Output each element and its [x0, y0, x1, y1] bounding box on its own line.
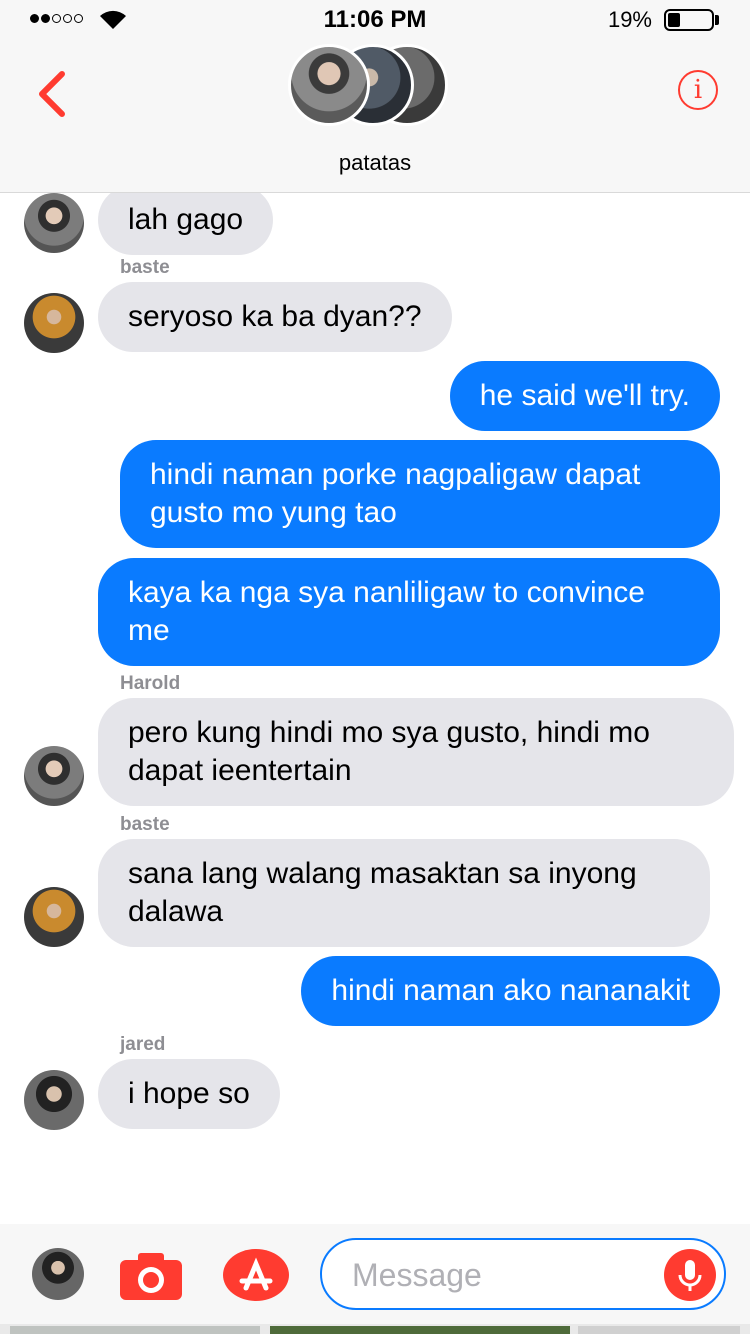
battery-icon	[664, 9, 714, 31]
sender-avatar[interactable]	[24, 746, 84, 806]
sender-name: baste	[120, 814, 170, 835]
message-composer	[0, 1224, 750, 1324]
outgoing-message-bubble[interactable]: kaya ka nga sya nanliligaw to convince m…	[98, 558, 720, 666]
sender-avatar[interactable]	[24, 1070, 84, 1130]
group-name[interactable]: patatas	[0, 150, 750, 176]
outgoing-message-bubble[interactable]: he said we'll try.	[449, 361, 720, 431]
message-list[interactable]: lah gago baste seryoso ka ba dyan?? he s…	[0, 193, 750, 1223]
group-avatars[interactable]	[288, 44, 458, 132]
incoming-message-bubble[interactable]: seryoso ka ba dyan??	[98, 282, 452, 352]
app-store-icon[interactable]	[222, 1248, 290, 1302]
microphone-icon	[678, 1260, 702, 1291]
info-icon[interactable]: i	[678, 70, 718, 110]
incoming-message-bubble[interactable]: pero kung hindi mo sya gusto, hindi mo d…	[98, 698, 734, 806]
app-drawer-tile	[10, 1326, 260, 1334]
back-chevron-icon[interactable]	[34, 70, 70, 118]
sender-name: Harold	[120, 673, 181, 694]
sender-avatar[interactable]	[24, 887, 84, 947]
sender-avatar[interactable]	[24, 193, 84, 253]
outgoing-message-bubble[interactable]: hindi naman porke nagpaligaw dapat gusto…	[120, 440, 720, 548]
group-avatar	[288, 44, 370, 126]
battery-tip	[715, 15, 719, 25]
memoji-avatar-button[interactable]	[32, 1248, 84, 1300]
app-drawer-tile	[578, 1326, 740, 1334]
sender-name: jared	[120, 1034, 166, 1055]
incoming-message-bubble[interactable]: i hope so	[98, 1059, 280, 1129]
camera-icon[interactable]	[118, 1250, 184, 1302]
sender-avatar[interactable]	[24, 293, 84, 353]
app-drawer-tile	[270, 1326, 570, 1334]
microphone-button[interactable]	[664, 1249, 716, 1301]
message-text-input[interactable]	[350, 1252, 654, 1298]
incoming-message-bubble[interactable]: sana lang walang masaktan sa inyong dala…	[98, 839, 710, 947]
outgoing-message-bubble[interactable]: hindi naman ako nananakit	[301, 956, 720, 1026]
battery-percent: 19%	[607, 7, 652, 32]
conversation-header: patatas i	[0, 40, 750, 193]
sender-name: baste	[120, 257, 170, 278]
incoming-message-bubble[interactable]: lah gago	[98, 193, 274, 255]
message-input-field[interactable]	[320, 1238, 726, 1310]
status-bar: 11:06 PM 19%	[0, 0, 750, 40]
